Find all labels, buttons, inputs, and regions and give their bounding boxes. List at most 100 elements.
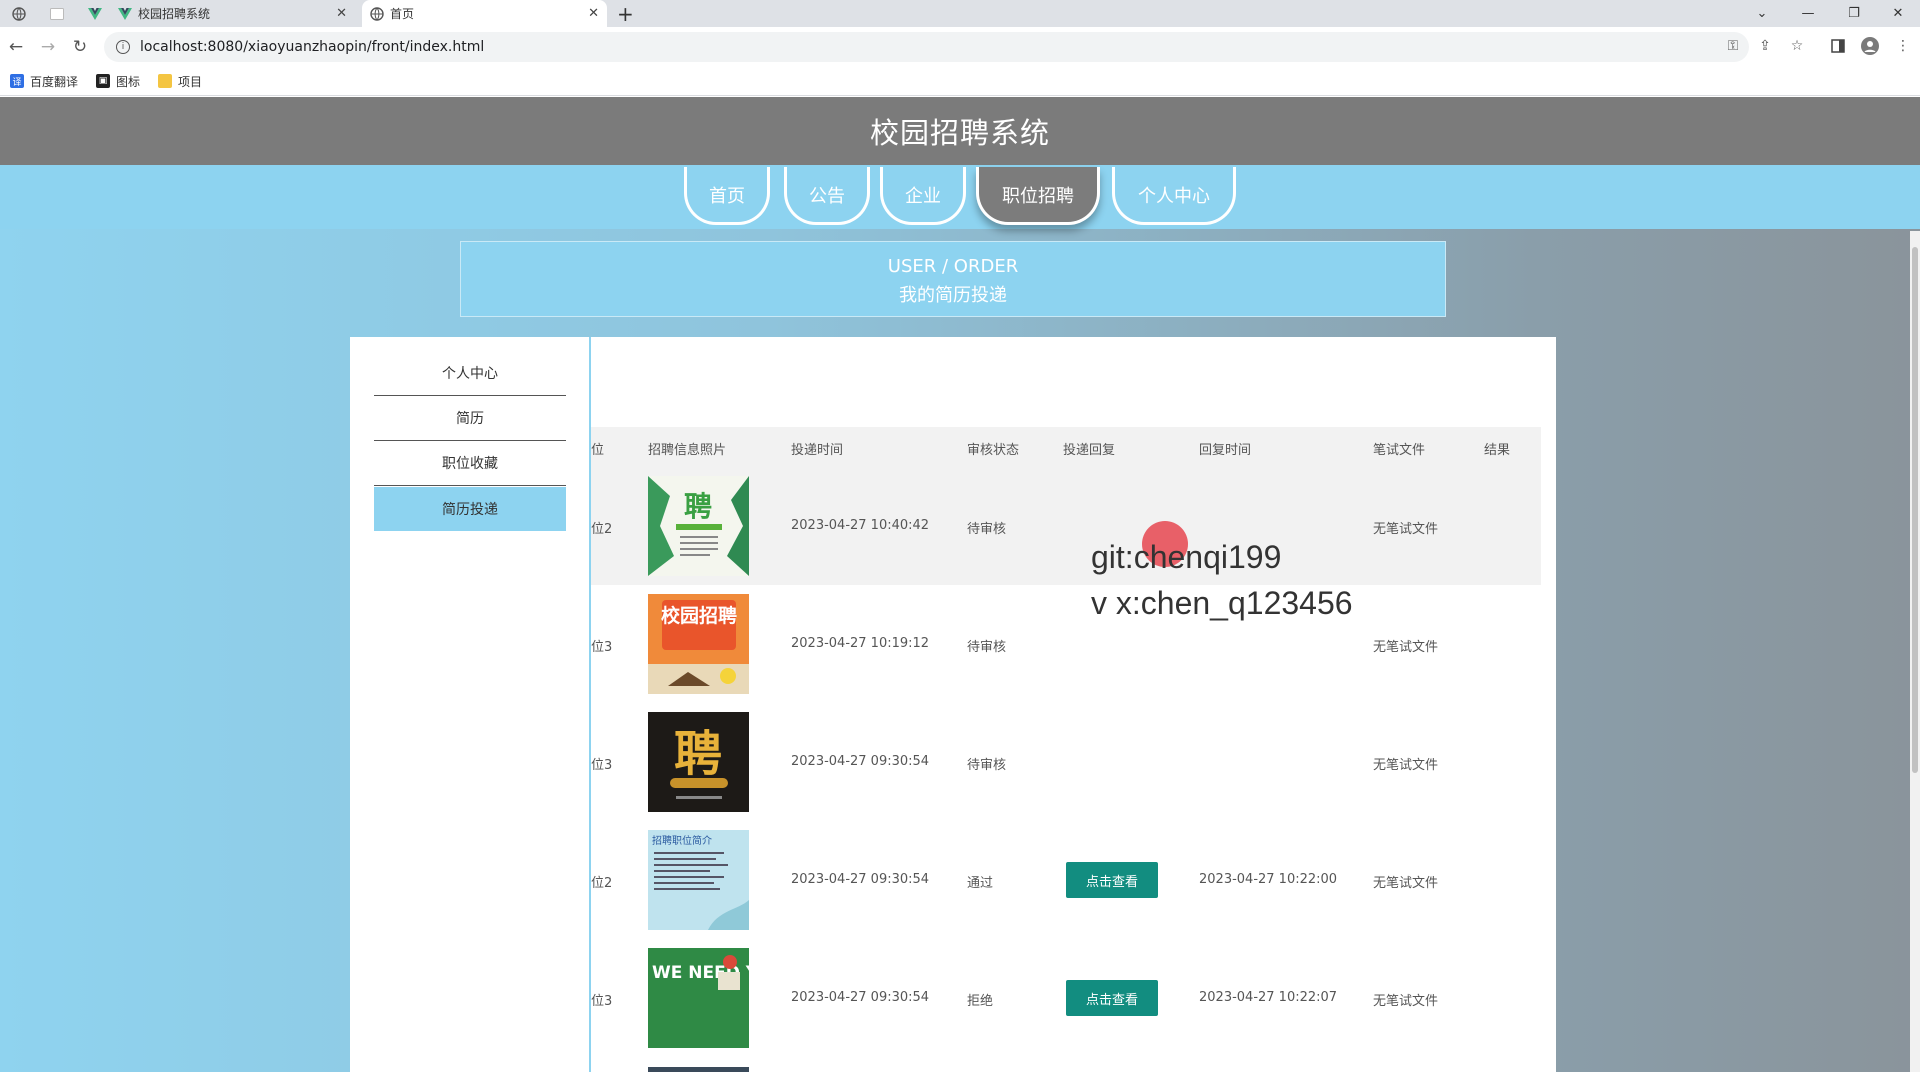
cell-reply-time: 2023-04-27 10:22:07 — [1199, 990, 1338, 1005]
close-tab-icon[interactable]: ✕ — [336, 6, 347, 21]
cell-exam-file: 无笔试文件 — [1373, 994, 1439, 1009]
page-scrollbar[interactable] — [1910, 231, 1920, 1072]
poster-thumbnail[interactable] — [648, 1067, 749, 1072]
page-banner: USER / ORDER 我的简历投递 — [460, 241, 1446, 317]
minimize-icon[interactable]: — — [1786, 0, 1830, 27]
cell-reply-time: 2023-04-27 10:22:00 — [1199, 872, 1338, 887]
poster-thumbnail[interactable]: 聘 — [648, 712, 749, 812]
browser-tab[interactable]: 校园招聘系统 ✕ — [110, 0, 355, 27]
cell-exam-file: 无笔试文件 — [1373, 522, 1439, 537]
close-window-icon[interactable]: ✕ — [1876, 0, 1920, 27]
user-sidebar: 个人中心 简历 职位收藏 简历投递 — [374, 351, 566, 531]
bookmark-item[interactable]: 译 百度翻译 — [10, 73, 78, 90]
content-panel: 个人中心 简历 职位收藏 简历投递 位 招聘信息照片 投递时间 审核状态 投递回… — [350, 337, 1556, 1072]
poster-text: 聘 — [684, 490, 712, 523]
blank-page-icon — [50, 7, 64, 21]
translate-icon: 译 — [10, 74, 24, 88]
poster-thumbnail[interactable]: 聘 — [648, 476, 749, 576]
address-bar[interactable]: i localhost:8080/xiaoyuanzhaopin/front/i… — [104, 32, 1749, 62]
table-row: 位3 校园招聘 2023-04-27 10:19:12 待审核 无笔试文件 — [591, 585, 1541, 703]
star-icon[interactable]: ☆ — [1786, 35, 1808, 57]
poster-text: 聘 — [674, 726, 722, 782]
address-toolbar: ← → ↻ i localhost:8080/xiaoyuanzhaopin/f… — [0, 27, 1920, 67]
header-reply: 投递回复 — [1063, 443, 1116, 458]
pinned-tab[interactable] — [4, 0, 38, 27]
table-header: 位 招聘信息照片 投递时间 审核状态 投递回复 回复时间 笔试文件 结果 — [591, 427, 1541, 467]
back-icon[interactable]: ← — [4, 35, 28, 59]
reload-icon[interactable]: ↻ — [68, 35, 92, 59]
page-body: 校园招聘系统 首页 公告 企业 职位招聘 个人中心 USER / ORDER 我… — [0, 97, 1920, 1072]
bookmark-item[interactable]: ▣ 图标 — [96, 73, 140, 90]
cell-status: 通过 — [967, 876, 994, 891]
cell-exam-file: 无笔试文件 — [1373, 640, 1439, 655]
table-row: 位3 WE NEED YOU 聘 2023-04-27 09:30:54 拒绝 … — [591, 939, 1541, 1057]
cell-position: 位2 — [591, 522, 613, 537]
sidebar-item-favorites[interactable]: 职位收藏 — [374, 441, 566, 486]
tab-title: 首页 — [390, 7, 415, 21]
site-header: 校园招聘系统 — [0, 97, 1920, 165]
cell-position: 位3 — [591, 994, 613, 1009]
profile-avatar-icon[interactable] — [1859, 35, 1881, 57]
cell-submit-time: 2023-04-27 10:19:12 — [791, 636, 930, 651]
image-icon: ▣ — [96, 74, 111, 88]
browser-tab-strip: 校园招聘系统 ✕ 首页 ✕ + ⌄ — ❐ ✕ — [0, 0, 1920, 27]
table-row: 位2 招聘职位简介 2023-04-27 09:30:54 通过 点击查看 20… — [591, 821, 1541, 939]
nav-jobs[interactable]: 职位招聘 — [976, 167, 1100, 225]
nav-company[interactable]: 企业 — [880, 167, 966, 225]
banner-title: 我的简历投递 — [899, 285, 1007, 306]
scrollbar-thumb[interactable] — [1912, 247, 1918, 773]
bookmark-folder[interactable]: 项目 — [158, 73, 202, 90]
nav-profile[interactable]: 个人中心 — [1112, 167, 1236, 225]
cell-status: 待审核 — [967, 640, 1007, 655]
header-status: 审核状态 — [967, 443, 1020, 458]
bookmarks-bar: 译 百度翻译 ▣ 图标 项目 — [0, 67, 1920, 96]
cell-position: 位3 — [591, 758, 613, 773]
header-result: 结果 — [1484, 443, 1511, 458]
folder-icon — [158, 74, 173, 88]
poster-thumbnail[interactable]: 招聘职位简介 — [648, 830, 749, 930]
banner-subtitle: USER / ORDER — [887, 256, 1019, 277]
vue-logo-icon — [88, 7, 102, 21]
tab-title: 校园招聘系统 — [138, 7, 211, 21]
key-icon[interactable]: ⚿ — [1722, 35, 1744, 57]
cell-position: 位2 — [591, 876, 613, 891]
applications-table: 位 招聘信息照片 投递时间 审核状态 投递回复 回复时间 笔试文件 结果 位2 — [591, 337, 1541, 1072]
pinned-tab[interactable] — [80, 0, 110, 27]
pinned-tab[interactable] — [42, 0, 76, 27]
close-tab-icon[interactable]: ✕ — [588, 6, 599, 21]
header-reply-time: 回复时间 — [1199, 443, 1252, 458]
globe-icon — [370, 6, 384, 21]
url-text[interactable]: localhost:8080/xiaoyuanzhaopin/front/ind… — [140, 39, 484, 55]
poster-thumbnail[interactable]: WE NEED YOU 聘 — [648, 948, 749, 1048]
nav-notice[interactable]: 公告 — [784, 167, 870, 225]
poster-thumbnail[interactable]: 校园招聘 — [648, 594, 749, 694]
menu-kebab-icon[interactable]: ⋮ — [1892, 35, 1914, 57]
new-tab-icon[interactable]: + — [617, 2, 634, 26]
table-row: 位2 聘 2023-04-27 10:40:42 待审核 无笔试文件 — [591, 467, 1541, 585]
site-title: 校园招聘系统 — [869, 116, 1050, 150]
cell-position: 位3 — [591, 640, 613, 655]
view-reply-button[interactable]: 点击查看 — [1066, 862, 1158, 898]
table-row: 位3 聘 2023-04-27 09:30:54 待审核 无笔试文件 — [591, 703, 1541, 821]
sidebar-item-resume[interactable]: 简历 — [374, 396, 566, 441]
side-panel-icon[interactable] — [1827, 35, 1849, 57]
sidebar-item-applications[interactable]: 简历投递 — [374, 487, 566, 531]
header-exam-file: 笔试文件 — [1373, 443, 1426, 458]
browser-tab-active[interactable]: 首页 ✕ — [362, 0, 607, 27]
forward-icon[interactable]: → — [36, 35, 60, 59]
cell-status: 待审核 — [967, 758, 1007, 773]
tab-search-icon[interactable]: ⌄ — [1740, 0, 1784, 27]
cell-submit-time: 2023-04-27 09:30:54 — [791, 754, 930, 769]
view-reply-button[interactable]: 点击查看 — [1066, 980, 1158, 1016]
header-submit-time: 投递时间 — [791, 443, 844, 458]
sidebar-item-profile[interactable]: 个人中心 — [374, 351, 566, 396]
watermark-line-1: git:chenqi199 — [1091, 539, 1282, 575]
restore-icon[interactable]: ❐ — [1832, 0, 1876, 27]
share-icon[interactable]: ⇪ — [1754, 35, 1776, 57]
cell-exam-file: 无笔试文件 — [1373, 876, 1439, 891]
vue-logo-icon — [118, 7, 132, 21]
site-info-icon[interactable]: i — [116, 40, 130, 54]
watermark-line-2: v x:chen_q123456 — [1091, 585, 1353, 621]
cell-status: 待审核 — [967, 522, 1007, 537]
nav-home[interactable]: 首页 — [684, 167, 770, 225]
